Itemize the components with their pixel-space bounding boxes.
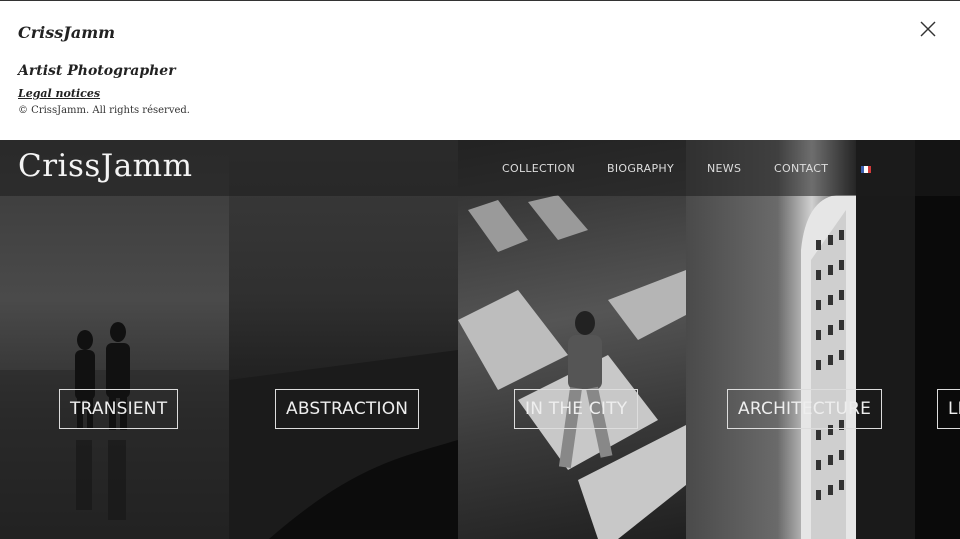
gallery: TRANSIENT ABSTRACTION IN THE CITY ARCHIT… (0, 140, 960, 539)
flag-stripe-red (867, 166, 871, 173)
crosswalk-image (458, 195, 686, 539)
panel-label-in-the-city: IN THE CITY (514, 389, 639, 429)
nav-biography[interactable]: BIOGRAPHY (607, 162, 674, 175)
close-icon (920, 21, 936, 37)
nav-contact[interactable]: CONTACT (774, 162, 828, 175)
legal-notices-link[interactable]: Legal notices (18, 87, 100, 100)
panel-label-abstraction: ABSTRACTION (275, 389, 420, 429)
nav-collection[interactable]: COLLECTION (502, 162, 575, 175)
panel-label-transient: TRANSIENT (59, 389, 179, 429)
gallery-panel-architecture[interactable]: ARCHITECTURE (686, 140, 915, 539)
info-brand: CrissJamm (18, 23, 116, 42)
site-header: CrissJamm COLLECTION BIOGRAPHY NEWS CONT… (0, 140, 960, 196)
couple-silhouette-image (0, 322, 229, 539)
gallery-panel-transient[interactable]: TRANSIENT (0, 140, 229, 539)
info-panel: CrissJamm Artist Photographer Legal noti… (0, 0, 960, 140)
gallery-panel-abstraction[interactable]: ABSTRACTION (229, 140, 458, 539)
panel-label-architecture: ARCHITECTURE (727, 389, 883, 429)
abstraction-image (229, 350, 458, 539)
building-image (801, 140, 915, 539)
nav-news[interactable]: NEWS (707, 162, 741, 175)
site-logo[interactable]: CrissJamm (18, 148, 192, 184)
gallery-panel-partial[interactable]: LI (915, 140, 960, 539)
copyright-text: © CrissJamm. All rights réserved. (18, 105, 190, 116)
close-button[interactable] (916, 17, 940, 41)
gallery-panel-in-the-city[interactable]: IN THE CITY (458, 140, 687, 539)
info-role: Artist Photographer (18, 63, 176, 79)
panel-label-partial: LI (937, 389, 960, 429)
language-flag-icon[interactable] (861, 166, 871, 173)
